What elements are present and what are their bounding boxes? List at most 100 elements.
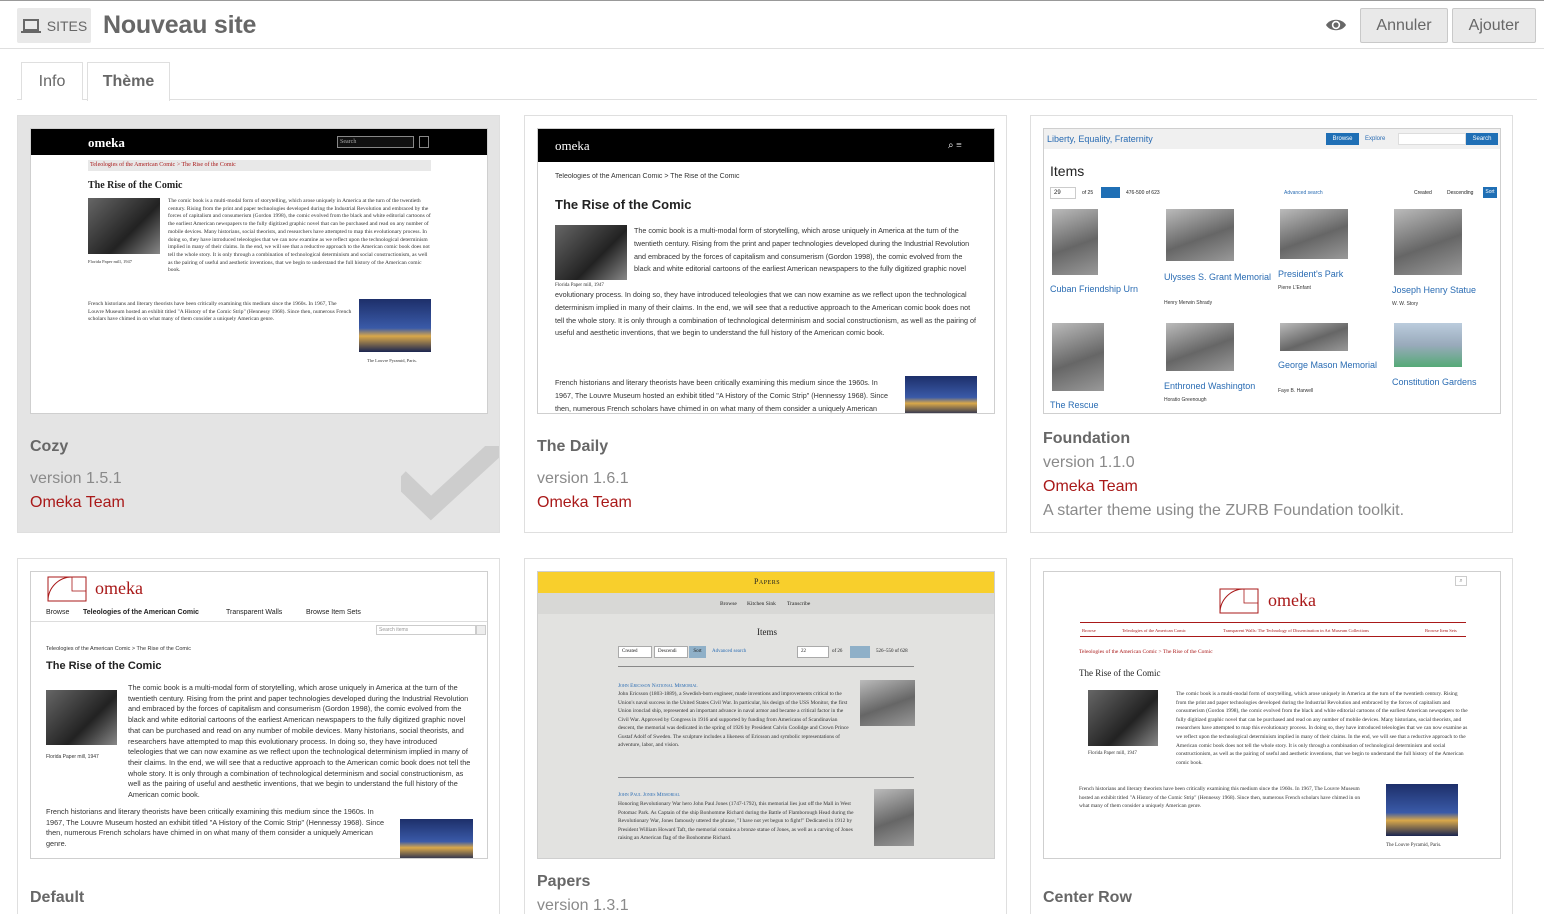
preview-browse: Browse bbox=[1326, 133, 1359, 145]
preview-page: 22 bbox=[797, 646, 829, 658]
preview-logo: omeka bbox=[88, 135, 125, 150]
preview-item-creator: W. W. Story bbox=[1392, 301, 1419, 307]
top-bar: SITES Nouveau site Annuler Ajouter bbox=[0, 0, 1544, 49]
preview-item-title: Enthroned Washington bbox=[1164, 381, 1256, 391]
preview-sort-created: Created bbox=[1414, 190, 1432, 196]
theme-name: Default bbox=[30, 889, 85, 906]
preview-breadcrumb: Teleologies of the American Comic > The … bbox=[46, 646, 191, 652]
checkmark-icon bbox=[401, 446, 499, 521]
theme-author[interactable]: Omeka Team bbox=[537, 494, 632, 512]
preview-page: 29 bbox=[1050, 187, 1076, 199]
preview-item-title: Constitution Gardens bbox=[1392, 377, 1477, 387]
theme-card-the-daily[interactable]: omeka ⌕ ≡ Teleologies of the American Co… bbox=[524, 115, 1007, 533]
theme-name: Center Row bbox=[1043, 889, 1132, 906]
theme-preview: omeka ⌕ ≡ Teleologies of the American Co… bbox=[537, 128, 995, 414]
theme-card-center-row[interactable]: ⌕ omeka Browse Teleologies of the Americ… bbox=[1030, 558, 1513, 914]
theme-name: Foundation bbox=[1043, 430, 1131, 447]
theme-version: version 1.6.1 bbox=[537, 470, 629, 487]
theme-author[interactable]: Omeka Team bbox=[1043, 478, 1138, 496]
theme-version: version 1.3.1 bbox=[537, 897, 629, 914]
preview-nav-item: Teleologies of the American Comic bbox=[1122, 628, 1186, 633]
preview-entry-text: Honoring Revolutionary War hero John Pau… bbox=[618, 801, 854, 841]
preview-range: 476-500 of 623 bbox=[1126, 190, 1160, 196]
preview-nav-item: Browse bbox=[1082, 628, 1096, 633]
preview-site-title: Liberty, Equality, Fraternity bbox=[1047, 134, 1153, 144]
sites-label: SITES bbox=[46, 17, 88, 34]
preview-nav-item: Teleologies of the American Comic bbox=[83, 609, 199, 616]
preview-nav-item: Transcribe bbox=[787, 601, 811, 607]
preview-search: Search items bbox=[376, 625, 476, 635]
preview-title: The Rise of the Comic bbox=[46, 660, 162, 672]
preview-items-heading: Items bbox=[757, 627, 777, 637]
preview-breadcrumb: Teleologies of the American Comic > The … bbox=[88, 160, 431, 171]
preview-nav-item: Transparent Walls bbox=[226, 609, 283, 616]
preview-logo: omeka bbox=[555, 138, 590, 153]
preview-paragraph: The comic book is a multi-modal form of … bbox=[1176, 691, 1468, 766]
add-button[interactable]: Ajouter bbox=[1452, 8, 1536, 43]
preview-paragraph-2: French historians and literary theorists… bbox=[46, 807, 385, 849]
theme-version: version 1.5.1 bbox=[30, 470, 122, 487]
preview-caption: Florida Paper mill, 1947 bbox=[88, 259, 132, 264]
preview-item-creator: Pierre L'Enfant bbox=[1278, 285, 1311, 291]
preview-entry-title: John Ericsson National Memorial bbox=[618, 683, 698, 689]
eye-icon[interactable] bbox=[1325, 16, 1347, 34]
theme-card-foundation[interactable]: Liberty, Equality, Fraternity Browse Exp… bbox=[1030, 115, 1513, 533]
theme-name: Cozy bbox=[30, 438, 69, 455]
preview-nav-item: Kitchen Sink bbox=[747, 601, 776, 607]
preview-range: 526–550 of 628 bbox=[876, 649, 908, 654]
theme-version: version 1.1.0 bbox=[1043, 454, 1135, 471]
preview-entry-title: John Paul Jones Memorial bbox=[618, 792, 680, 798]
preview-explore: Explore bbox=[1365, 136, 1386, 142]
preview-items-heading: Items bbox=[1050, 163, 1085, 179]
theme-preview: omeka Browse Teleologies of the American… bbox=[30, 571, 488, 859]
preview-advanced: Advanced search bbox=[712, 649, 747, 654]
preview-paragraph: The comic book is a multi-modal form of … bbox=[168, 198, 431, 274]
preview-paragraph-2: French historians and literary theorists… bbox=[88, 301, 352, 323]
preview-nav-item: Browse Item Sets bbox=[306, 609, 361, 616]
preview-nav-item: Browse Item Sets bbox=[1425, 628, 1457, 633]
theme-author[interactable]: Omeka Team bbox=[30, 494, 125, 512]
cancel-button[interactable]: Annuler bbox=[1360, 8, 1448, 43]
preview-item-creator: Faye B. Harwell bbox=[1278, 388, 1314, 394]
preview-item-title: Ulysses S. Grant Memorial bbox=[1164, 272, 1272, 282]
theme-preview: omeka Search Teleologies of the American… bbox=[30, 128, 488, 414]
sites-button[interactable]: SITES bbox=[17, 8, 91, 43]
preview-logo: omeka bbox=[95, 578, 143, 598]
theme-preview: Papers Browse Kitchen Sink Transcribe It… bbox=[537, 571, 995, 859]
preview-item-title: Cuban Friendship Urn bbox=[1050, 284, 1139, 294]
preview-advanced: Advanced search bbox=[1284, 190, 1323, 196]
tab-info[interactable]: Info bbox=[21, 62, 83, 100]
preview-caption-2: The Louvre Pyramid, Paris. bbox=[1386, 843, 1442, 848]
preview-breadcrumb: Teleologies of the American Comic > The … bbox=[1079, 649, 1213, 655]
preview-caption: Florida Paper mill, 1947 bbox=[1088, 751, 1137, 756]
preview-item-title: President's Park bbox=[1278, 269, 1344, 279]
preview-nav-item: Transparent Walls: The Technology of Dis… bbox=[1223, 628, 1370, 633]
theme-preview: Liberty, Equality, Fraternity Browse Exp… bbox=[1043, 128, 1501, 414]
preview-paragraph: The comic book is a multi-modal form of … bbox=[634, 226, 970, 274]
preview-item-title: George Mason Memorial bbox=[1278, 360, 1378, 370]
theme-description: A starter theme using the ZURB Foundatio… bbox=[1043, 502, 1405, 519]
preview-item-title: Joseph Henry Statue bbox=[1392, 285, 1477, 295]
preview-logo: Papers bbox=[753, 577, 781, 586]
page-title: Nouveau site bbox=[103, 11, 257, 39]
preview-of-pages: of 25 bbox=[1082, 190, 1094, 196]
preview-nav-item: Browse bbox=[720, 601, 737, 607]
preview-item-creator: Horatio Greenough bbox=[1164, 397, 1207, 403]
preview-caption-2: The Louvre Pyramid, Paris. bbox=[367, 358, 417, 363]
preview-title: The Rise of the Comic bbox=[88, 180, 183, 191]
preview-paragraph-cont: evolutionary process. In doing so, they … bbox=[555, 290, 976, 338]
preview-search-btn: Search bbox=[1466, 133, 1498, 145]
preview-caption: Florida Paper mill, 1947 bbox=[46, 754, 99, 760]
preview-entry-text: John Ericsson (1803-1889), a Swedish-bor… bbox=[618, 691, 849, 748]
theme-card-cozy[interactable]: omeka Search Teleologies of the American… bbox=[17, 115, 500, 533]
preview-breadcrumb: Teleologies of the American Comic > The … bbox=[555, 173, 740, 180]
tab-theme[interactable]: Thème bbox=[87, 62, 170, 101]
theme-card-default[interactable]: omeka Browse Teleologies of the American… bbox=[17, 558, 500, 914]
theme-name: Papers bbox=[537, 873, 591, 890]
preview-of-pages: of 26 bbox=[832, 649, 843, 654]
preview-item-title: The Rescue bbox=[1050, 400, 1099, 410]
section-tabs: Info Thème bbox=[17, 62, 1537, 101]
preview-sort-btn: Sort bbox=[689, 646, 706, 658]
preview-search: Search bbox=[337, 136, 414, 148]
theme-card-papers[interactable]: Papers Browse Kitchen Sink Transcribe It… bbox=[524, 558, 1007, 914]
